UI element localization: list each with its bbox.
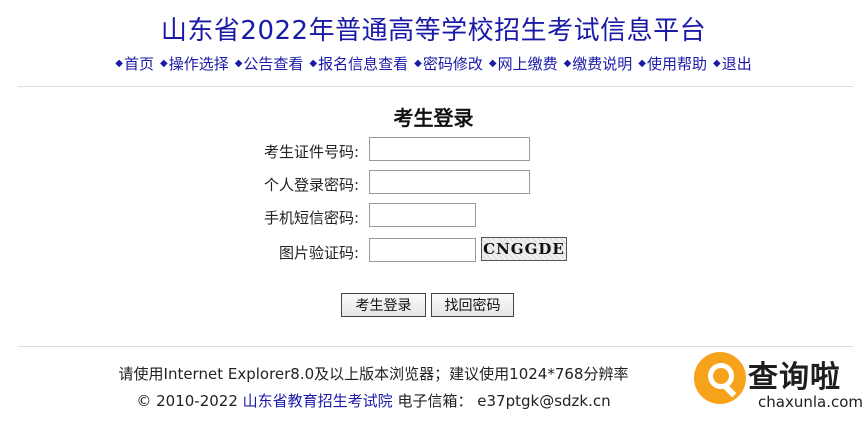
login-title: 考生登录 [393, 106, 474, 130]
nav-item-help[interactable]: ◆ 使用帮助 [638, 53, 707, 74]
diamond-bullet-icon: ◆ [488, 58, 497, 69]
nav-item-change-password[interactable]: ◆ 密码修改 [414, 53, 483, 74]
login-password-label: 个人登录密码: [263, 176, 359, 194]
captcha-image[interactable]: CNGGDE [481, 237, 567, 261]
email-address: e37ptgk@sdzk.cn [477, 392, 611, 410]
watermark-en: chaxunla.com [758, 393, 863, 411]
nav-item-announcements[interactable]: ◆ 公告查看 [235, 53, 304, 74]
nav-item-home[interactable]: ◆ 首页 [115, 53, 154, 74]
find-password-button[interactable]: 找回密码 [431, 293, 514, 317]
diamond-bullet-icon: ◆ [638, 58, 646, 69]
nav-item-payment-guide[interactable]: ◆ 缴费说明 [564, 53, 633, 74]
nav-item-online-payment[interactable]: ◆ 网上缴费 [489, 53, 558, 74]
nav-item-logout[interactable]: ◆ 退出 [713, 53, 752, 74]
sms-password-input[interactable] [369, 203, 476, 227]
site-title: 山东省2022年普通高等学校招生考试信息平台 [160, 16, 707, 46]
login-button[interactable]: 考生登录 [341, 293, 426, 317]
id-number-label: 考生证件号码: [263, 143, 359, 161]
copyright-text: © 2010-2022 [136, 392, 238, 410]
diamond-bullet-icon: ◆ [713, 58, 721, 69]
divider-top [18, 86, 853, 87]
sms-password-label: 手机短信密码: [263, 209, 359, 227]
top-nav: ◆ 首页 ◆ 操作选择 ◆ 公告查看 ◆ 报名信息查看 ◆ 密码修改 ◆ 网上缴费 ◆ 缴费说… [0, 53, 867, 74]
form-row-id-number: 考生证件号码: [0, 137, 867, 163]
diamond-bullet-icon: ◆ [563, 58, 572, 69]
captcha-input[interactable] [369, 238, 476, 262]
email-label: 电子信箱： [397, 392, 473, 410]
diamond-bullet-icon: ◆ [159, 58, 168, 69]
diamond-bullet-icon: ◆ [115, 58, 123, 69]
diamond-bullet-icon: ◆ [309, 58, 318, 69]
nav-item-registration-info[interactable]: ◆ 报名信息查看 [309, 53, 408, 74]
diamond-bullet-icon: ◆ [234, 58, 243, 69]
diamond-bullet-icon: ◆ [414, 58, 422, 69]
form-row-captcha: 图片验证码: CNGGDE [0, 237, 867, 264]
org-link[interactable]: 山东省教育招生考试院 [243, 392, 393, 410]
search-icon [694, 352, 746, 404]
watermark: 查询啦 chaxunla.com [688, 346, 863, 426]
id-number-input[interactable] [369, 137, 530, 161]
watermark-cn: 查询啦 [748, 360, 841, 395]
form-row-sms-password: 手机短信密码: [0, 203, 867, 229]
form-row-login-password: 个人登录密码: [0, 170, 867, 196]
captcha-label: 图片验证码: [278, 244, 359, 262]
login-password-input[interactable] [369, 170, 530, 194]
nav-item-operation-select[interactable]: ◆ 操作选择 [160, 53, 229, 74]
